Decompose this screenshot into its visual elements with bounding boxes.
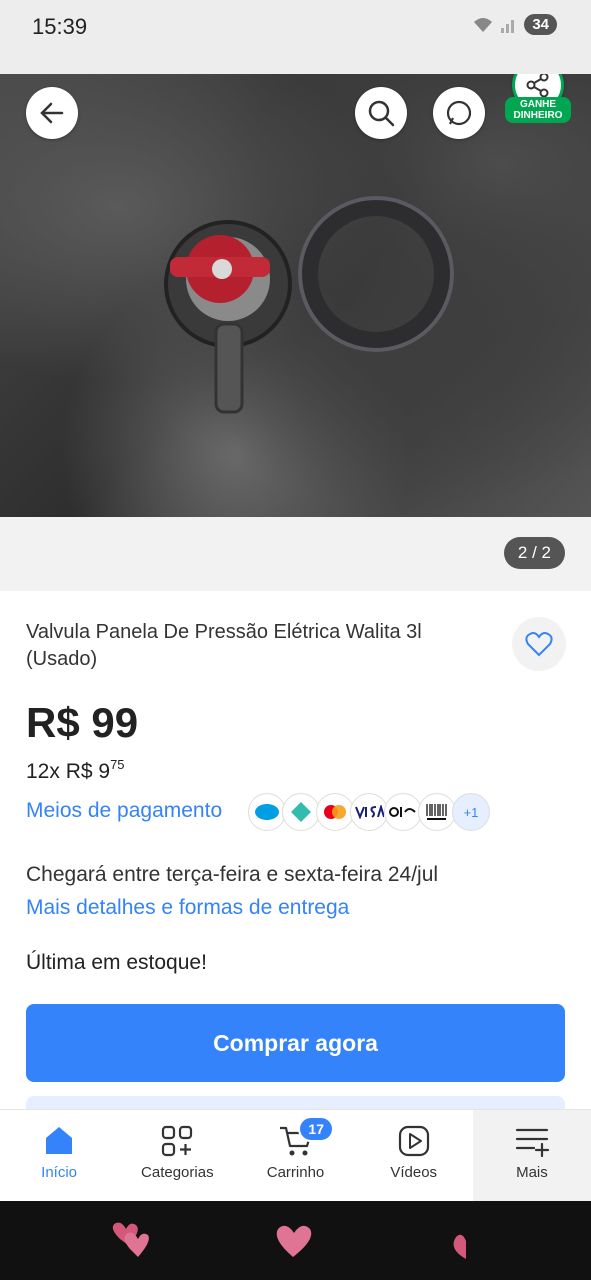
boleto-icon [418,793,456,831]
nav-cart-label: Carrinho [266,1164,325,1181]
whatsapp-icon [446,100,472,126]
installments-cents: 75 [110,757,125,772]
installments-amount: 12x R$ 9 [26,760,111,783]
search-button[interactable] [355,87,407,139]
buy-now-button[interactable]: Comprar agora [26,1004,565,1082]
nav-videos-label: Vídeos [390,1164,438,1181]
cart-count-badge: 17 [298,1116,334,1142]
product-price: R$ 99 [26,699,139,746]
system-navigation-bar [0,1201,591,1280]
pix-icon [282,793,320,831]
mastercard-icon [316,793,354,831]
heart-sticker-icon [112,1222,466,1259]
video-play-icon [398,1125,429,1157]
nav-cart[interactable]: 17 Carrinho [236,1110,354,1201]
elo-icon [384,793,422,831]
nav-more-label: Mais [516,1164,548,1181]
arrow-left-icon [40,102,64,124]
product-title: Valvula Panela De Pressão Elétrica Walit… [26,621,422,670]
favorite-button[interactable] [512,617,566,671]
payment-icons[interactable]: +1 [248,793,490,831]
visa-icon [350,793,388,831]
whatsapp-share-button[interactable] [433,87,485,139]
nav-home-label: Início [41,1164,78,1181]
status-icons: 34 [472,14,557,35]
product-image[interactable] [0,74,591,517]
mercado-pago-icon [248,793,286,831]
payment-methods-link[interactable]: Meios de pagamento [26,799,222,823]
nav-more[interactable]: Mais [472,1110,591,1201]
search-icon [368,100,395,127]
menu-plus-icon [515,1128,550,1158]
nav-categories[interactable]: Categorias [118,1110,236,1201]
product-details: Valvula Panela De Pressão Elétrica Walit… [0,591,591,1116]
ganhe-dinheiro-badge[interactable]: GANHE DINHEIRO [505,97,571,123]
nav-categories-label: Categorias [141,1164,214,1181]
stock-status: Última em estoque! [26,951,207,974]
wifi-icon [474,17,493,32]
home-icon [46,1127,73,1154]
status-time: 15:39 [32,14,88,39]
delivery-details-link[interactable]: Mais detalhes e formas de entrega [26,896,349,920]
gallery-strip: 2 / 2 [0,517,591,591]
product-photo [164,196,454,414]
back-button[interactable] [26,87,78,139]
categories-icon [162,1125,193,1157]
heart-icon [525,632,553,657]
more-payment-methods: +1 [452,793,490,831]
delivery-estimate: Chegará entre terça-feira e sexta-feira … [26,863,439,886]
image-counter: 2 / 2 [503,537,565,569]
installments: 12x R$ 975 [26,757,125,784]
share-icon [526,74,549,98]
battery-indicator: 34 [524,14,557,35]
bottom-navigation: Início Categorias 17 Carrinho Vídeos Mai… [0,1109,591,1201]
nav-home[interactable]: Início [0,1110,118,1201]
signal-icon [501,19,515,33]
status-bar: 15:39 34 [0,0,591,56]
nav-videos[interactable]: Vídeos [355,1110,473,1201]
